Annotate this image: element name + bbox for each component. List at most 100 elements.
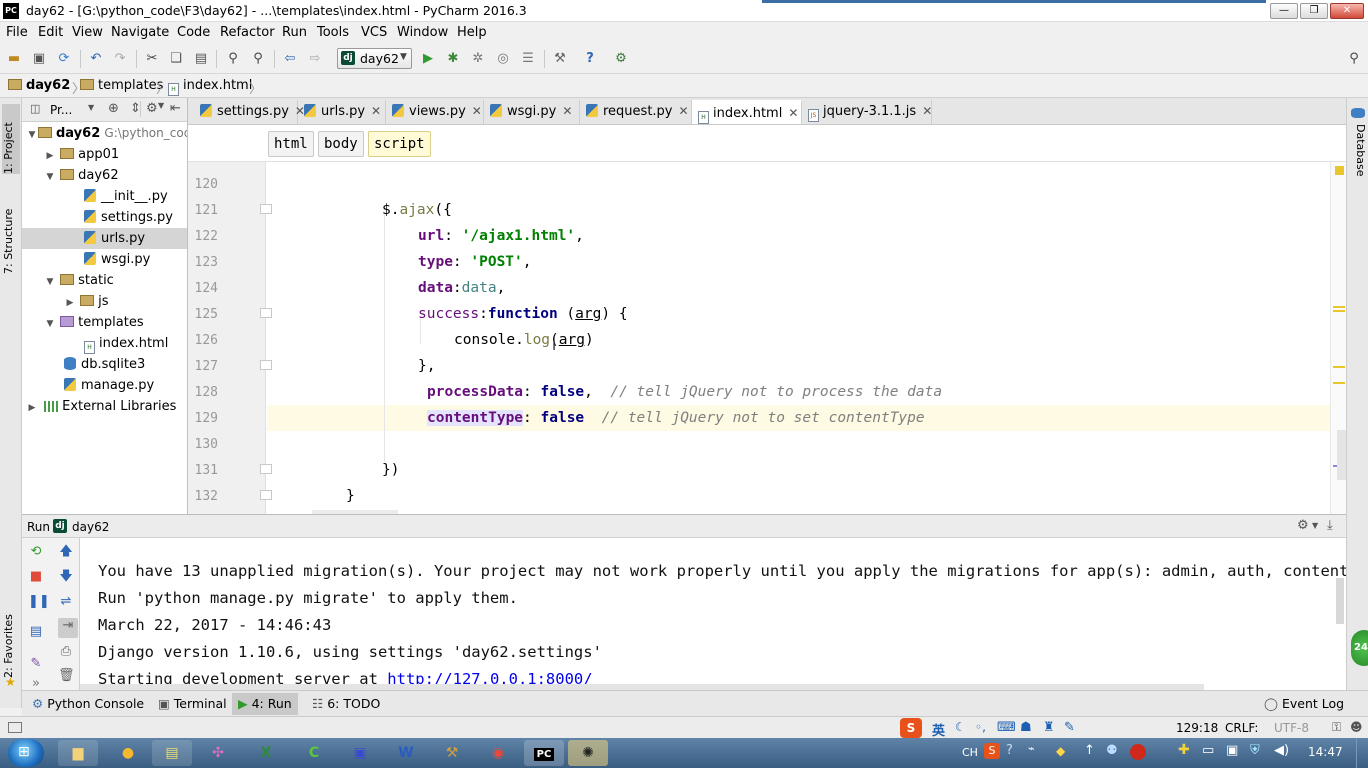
run-console[interactable]: You have 13 unapplied migration(s). Your… bbox=[80, 538, 1346, 690]
fold-marker[interactable] bbox=[260, 204, 272, 214]
tool-windows-toggle-icon[interactable] bbox=[8, 722, 22, 733]
tool-tab-structure[interactable]: 7: Structure bbox=[2, 190, 20, 274]
tab-urls-py[interactable]: urls.py ✕ bbox=[298, 100, 386, 124]
console-vertical-scrollbar[interactable] bbox=[1336, 578, 1344, 624]
tree-item-urls[interactable]: urls.py bbox=[22, 228, 187, 249]
tree-item-settings[interactable]: settings.py bbox=[22, 207, 187, 228]
scroll-down-button[interactable]: 🡇 bbox=[58, 569, 74, 585]
breadcrumb-project[interactable]: day62 bbox=[8, 78, 70, 93]
run-configuration-select[interactable]: dj day62 ▼ bbox=[337, 48, 412, 69]
forward-button[interactable]: ⇨ bbox=[307, 51, 323, 67]
network-tray-icon[interactable]: ⚉ bbox=[1106, 743, 1118, 758]
close-icon[interactable]: ✕ bbox=[679, 104, 689, 118]
fold-marker[interactable] bbox=[260, 308, 272, 318]
tree-item-js[interactable]: ▶ js bbox=[22, 291, 187, 312]
close-window-button[interactable]: ✕ bbox=[1330, 3, 1364, 19]
pause-button[interactable]: ❚❚ bbox=[28, 594, 50, 610]
show-desktop-button[interactable] bbox=[1356, 738, 1368, 768]
coverage-button[interactable]: ✲ bbox=[470, 51, 486, 67]
scroll-up-button[interactable]: 🡅 bbox=[58, 544, 74, 560]
copy-button[interactable]: ❏ bbox=[168, 51, 184, 67]
taskbar-word[interactable]: W bbox=[386, 740, 426, 766]
file-encoding[interactable]: UTF-8 bbox=[1274, 721, 1309, 735]
warning-marker[interactable] bbox=[1333, 366, 1345, 368]
debug-button[interactable]: ✱ bbox=[445, 51, 461, 67]
menu-vcs[interactable]: VCS bbox=[361, 25, 387, 40]
menu-navigate[interactable]: Navigate bbox=[111, 25, 169, 40]
breadcrumb-folder[interactable]: templates bbox=[80, 78, 163, 93]
code-editor[interactable]: 120 121 122 123 124 125 126 127 128 129 … bbox=[188, 162, 1346, 514]
replace-button[interactable]: ⚲ bbox=[250, 51, 266, 67]
sogou-ime-icon[interactable]: S bbox=[900, 718, 922, 738]
soft-wrap-button[interactable]: ⇌ bbox=[58, 594, 74, 610]
line-separator[interactable]: CRLF: bbox=[1225, 721, 1258, 735]
tab-settings-py[interactable]: settings.py ✕ bbox=[194, 100, 305, 124]
back-button[interactable]: ⇦ bbox=[282, 51, 298, 67]
inspector-icon[interactable]: ☻ bbox=[1350, 720, 1363, 734]
taskbar-notepad[interactable]: ▤ bbox=[152, 740, 192, 766]
menu-file[interactable]: File bbox=[6, 25, 28, 40]
menu-edit[interactable]: Edit bbox=[38, 25, 63, 40]
hide-panel-icon[interactable]: ⤓ bbox=[1327, 518, 1333, 533]
volume-icon[interactable]: ◀) bbox=[1274, 743, 1289, 758]
crumb-body[interactable]: body bbox=[318, 131, 364, 157]
computer-tray-icon[interactable]: ▣ bbox=[1226, 743, 1238, 758]
taskbar-excel[interactable]: X bbox=[246, 740, 286, 766]
clear-button[interactable]: 🗑 bbox=[58, 668, 75, 684]
menu-tools[interactable]: Tools bbox=[317, 25, 349, 40]
pin-button[interactable]: ✎ bbox=[28, 656, 44, 672]
minimize-button[interactable]: — bbox=[1270, 3, 1298, 19]
upload-tray-icon[interactable]: ↑ bbox=[1084, 743, 1095, 758]
tree-item-init[interactable]: __init__.py bbox=[22, 186, 187, 207]
search-everywhere-button[interactable]: ⚲ bbox=[1346, 51, 1362, 67]
event-log-button[interactable]: ◯ Event Log bbox=[1264, 696, 1344, 711]
save-button[interactable]: ▣ bbox=[31, 51, 47, 67]
close-icon[interactable]: ✕ bbox=[788, 106, 798, 120]
warning-marker[interactable] bbox=[1333, 306, 1345, 308]
restore-layout-button[interactable]: ▤ bbox=[28, 624, 44, 640]
tab-terminal[interactable]: ▣ Terminal bbox=[158, 696, 227, 711]
settings-button[interactable]: ⚒ bbox=[552, 51, 568, 67]
warning-marker[interactable] bbox=[1333, 310, 1345, 312]
cut-button[interactable]: ✂ bbox=[144, 51, 160, 67]
tree-item-db-sqlite3[interactable]: db.sqlite3 bbox=[22, 354, 187, 375]
tree-item-external-libraries[interactable]: ▶ External Libraries bbox=[22, 396, 187, 417]
tree-item-manage-py[interactable]: manage.py bbox=[22, 375, 187, 396]
tree-item-index-html[interactable]: Hindex.html bbox=[22, 333, 187, 354]
tree-root-day62[interactable]: ▼day62 G:\python_code bbox=[22, 123, 187, 144]
tab-views-py[interactable]: views.py ✕ bbox=[386, 100, 484, 124]
tool-tab-project[interactable]: 1: Project bbox=[2, 104, 20, 174]
print-button[interactable]: ⎙ bbox=[58, 644, 74, 660]
open-folder-button[interactable]: ▬ bbox=[6, 51, 22, 67]
hide-panel-icon[interactable]: ⇤ bbox=[170, 101, 181, 116]
tool-tab-favorites[interactable]: 2: Favorites bbox=[2, 602, 20, 678]
find-button[interactable]: ⚲ bbox=[225, 51, 241, 67]
close-icon[interactable]: ✕ bbox=[371, 104, 381, 118]
shield-tray-icon[interactable]: ⛨ bbox=[1250, 743, 1260, 758]
tool-tab-database[interactable]: Database bbox=[1349, 124, 1367, 180]
record-tray-icon[interactable] bbox=[1130, 744, 1146, 760]
menu-window[interactable]: Window bbox=[397, 25, 448, 40]
vertical-scrollbar[interactable] bbox=[1337, 430, 1346, 480]
taskbar-app-c[interactable]: C bbox=[294, 740, 334, 766]
tab-todo[interactable]: ☷ 6: TODO bbox=[312, 696, 380, 711]
paste-button[interactable]: ▤ bbox=[193, 51, 209, 67]
crumb-html[interactable]: html bbox=[268, 131, 314, 157]
taskbar-explorer[interactable]: ▆ bbox=[58, 740, 98, 766]
crumb-script[interactable]: script bbox=[368, 131, 431, 157]
lock-icon[interactable]: ⚿ bbox=[1332, 720, 1341, 735]
stop-button[interactable]: ■ bbox=[28, 569, 44, 585]
tree-item-day62[interactable]: ▼ day62 bbox=[22, 165, 187, 186]
scroll-to-end-button[interactable]: ⇥ bbox=[58, 618, 78, 638]
menu-code[interactable]: Code bbox=[177, 25, 210, 40]
tab-index-html[interactable]: Hindex.html ✕ bbox=[692, 100, 802, 124]
redo-button[interactable]: ↷ bbox=[112, 51, 128, 67]
fold-marker[interactable] bbox=[260, 490, 272, 500]
tab-jquery-js[interactable]: JS jquery-3.1.1.js ✕ bbox=[802, 100, 932, 124]
taskbar-chrome[interactable]: ◉ bbox=[478, 740, 518, 766]
sync-button[interactable]: ⟳ bbox=[56, 51, 72, 67]
scroll-from-source-icon[interactable]: ⊕ bbox=[108, 101, 119, 116]
warning-status-icon[interactable] bbox=[1335, 166, 1344, 175]
tab-request-py[interactable]: request.py ✕ bbox=[580, 100, 692, 124]
close-icon[interactable]: ✕ bbox=[562, 104, 572, 118]
